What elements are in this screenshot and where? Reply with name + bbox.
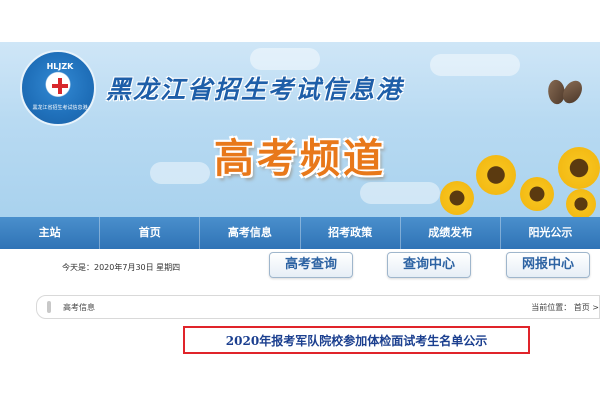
channel-title: 高考频道 bbox=[214, 136, 386, 182]
gaokao-query-button[interactable]: 高考查询 bbox=[269, 252, 353, 278]
header-banner: HLJZK 黑龙江省招生考试信息港 黑龙江省招生考试信息港 高考频道 bbox=[0, 42, 600, 217]
site-logo[interactable]: HLJZK 黑龙江省招生考试信息港 bbox=[20, 50, 96, 126]
logo-caption: 黑龙江省招生考试信息港 bbox=[32, 105, 88, 111]
nav-item-admission-policy[interactable]: 招考政策 bbox=[301, 217, 401, 249]
sunflower-icon bbox=[566, 189, 596, 217]
sunflower-icon bbox=[440, 181, 474, 215]
sunflower-icon bbox=[476, 155, 516, 195]
red-cross-icon bbox=[52, 78, 68, 94]
butterfly-icon bbox=[548, 80, 584, 108]
sunflower-icon bbox=[558, 147, 600, 189]
site-title: 黑龙江省招生考试信息港 bbox=[106, 75, 404, 104]
cloud-decoration bbox=[360, 182, 440, 204]
nav-item-score-release[interactable]: 成绩发布 bbox=[401, 217, 501, 249]
breadcrumb-home-link[interactable]: 首页 bbox=[574, 303, 590, 312]
date-text: 今天是：2020年7月30日 星期四 bbox=[62, 263, 181, 272]
section-label: 高考信息 bbox=[63, 303, 95, 312]
cloud-decoration bbox=[150, 162, 210, 184]
highlight-frame: 2020年报考军队院校参加体检面试考生名单公示 bbox=[183, 326, 530, 354]
current-location: 当前位置： 首页 > bbox=[531, 302, 599, 313]
breadcrumb: 高考信息 当前位置： 首页 > bbox=[36, 295, 600, 319]
breadcrumb-separator: > bbox=[592, 303, 599, 312]
query-center-button[interactable]: 查询中心 bbox=[387, 252, 471, 278]
nav-item-main-site[interactable]: 主站 bbox=[0, 217, 101, 249]
nav-item-home[interactable]: 首页 bbox=[100, 217, 201, 249]
notice-title[interactable]: 2020年报考军队院校参加体检面试考生名单公示 bbox=[185, 332, 528, 349]
online-signup-center-button[interactable]: 网报中心 bbox=[506, 252, 590, 278]
logo-text: HLJZK bbox=[46, 62, 74, 71]
nav-item-gaokao-info[interactable]: 高考信息 bbox=[200, 217, 301, 249]
cloud-decoration bbox=[430, 54, 520, 76]
sunflower-icon bbox=[520, 177, 554, 211]
bullet-icon bbox=[47, 301, 51, 313]
sunflower-decoration bbox=[436, 137, 600, 217]
nav-item-public-notice[interactable]: 阳光公示 bbox=[501, 217, 600, 249]
main-nav: 主站 首页 高考信息 招考政策 成绩发布 阳光公示 bbox=[0, 217, 600, 249]
location-label: 当前位置： bbox=[531, 303, 572, 312]
cloud-decoration bbox=[250, 48, 320, 70]
